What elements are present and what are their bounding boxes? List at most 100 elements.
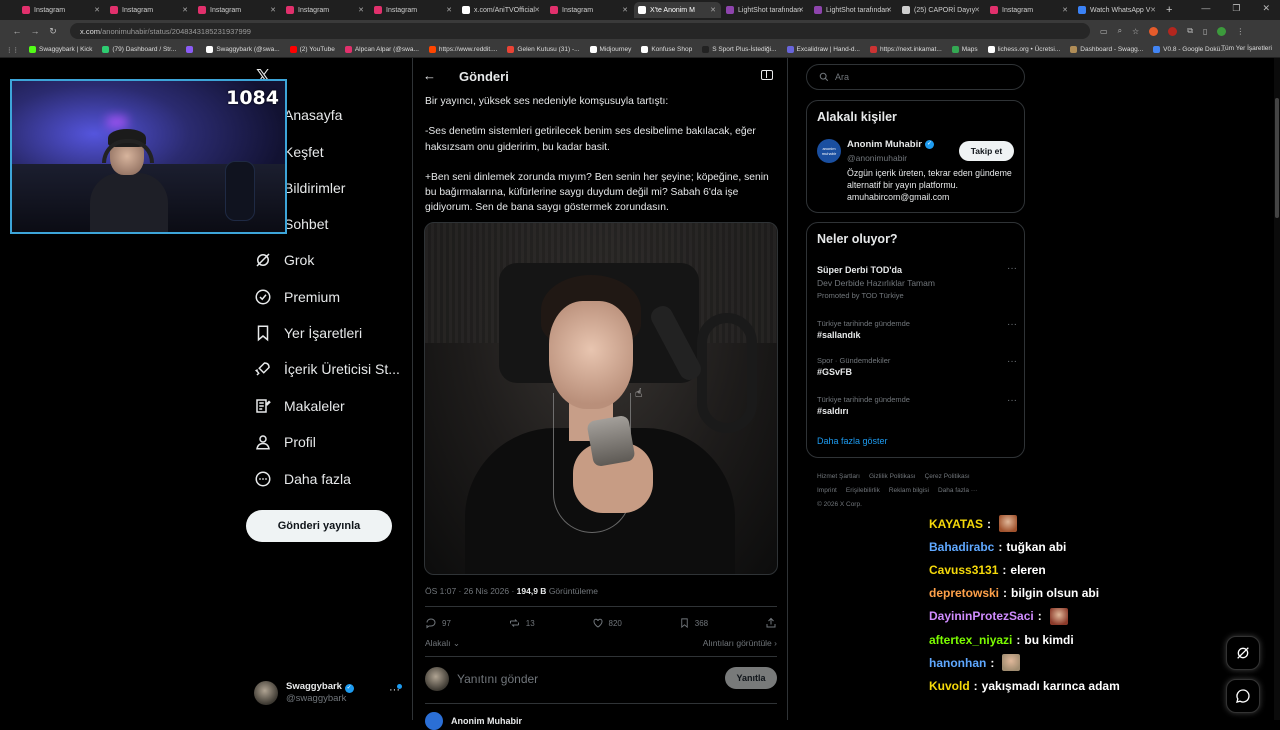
browser-tab[interactable]: Instagram ✕: [370, 2, 457, 18]
tab-close-icon[interactable]: ✕: [182, 6, 188, 14]
nav-item-5[interactable]: Grok: [246, 245, 314, 275]
profile-avatar-icon[interactable]: [1217, 26, 1227, 36]
trend-more-icon[interactable]: ···: [1007, 319, 1017, 330]
nav-item-9[interactable]: Makaleler: [246, 391, 345, 421]
back-arrow-icon[interactable]: ←: [423, 68, 436, 83]
bookmark-item[interactable]: [186, 46, 196, 53]
sidebar-icon[interactable]: ▯: [1203, 27, 1207, 36]
puzzle-icon[interactable]: ⧉: [1187, 26, 1193, 36]
cast-icon[interactable]: ▭: [1100, 27, 1108, 36]
browser-tab[interactable]: Watch WhatsApp V ✕: [1074, 2, 1161, 18]
trend-item[interactable]: Türkiye tarihinde gündemde #sallandık ···: [817, 319, 1017, 340]
reload-icon[interactable]: ↻: [44, 26, 62, 37]
browser-tab[interactable]: x.com/AniTVOfficial ✕: [458, 2, 545, 18]
extension-fire-icon[interactable]: [1149, 26, 1159, 36]
post-button[interactable]: Gönderi yayınla: [246, 510, 392, 542]
browser-tab[interactable]: LightShot tarafından ✕: [810, 2, 897, 18]
nav-item-8[interactable]: İçerik Üreticisi St...: [246, 354, 400, 384]
tab-close-icon[interactable]: ✕: [270, 6, 276, 14]
all-bookmarks[interactable]: Tüm Yer İşaretleri: [1221, 45, 1272, 52]
browser-tab[interactable]: Instagram ✕: [18, 2, 105, 18]
tab-close-icon[interactable]: ✕: [974, 6, 980, 14]
browser-tab[interactable]: LightShot tarafından ✕: [722, 2, 809, 18]
trend-more-icon[interactable]: ···: [1007, 356, 1017, 367]
tab-close-icon[interactable]: ✕: [798, 6, 804, 14]
tab-close-icon[interactable]: ✕: [710, 6, 716, 14]
like-action[interactable]: 820: [592, 617, 622, 629]
related-sort[interactable]: Alakalı ⌄: [425, 638, 460, 649]
bookmark-item[interactable]: Swaggybark (@swa...: [206, 46, 280, 53]
reply-button[interactable]: Yanıtla: [725, 667, 777, 689]
bookmark-item[interactable]: S Sport Plus-İstediği...: [702, 46, 777, 53]
browser-tab[interactable]: Instagram ✕: [194, 2, 281, 18]
related-person[interactable]: anonim muhabir Anonim Muhabir ✓ @anonimuh…: [807, 101, 1024, 212]
follow-button[interactable]: Takip et: [959, 141, 1014, 161]
nav-item-10[interactable]: Profil: [246, 427, 316, 457]
bookmark-item[interactable]: (79) Dashboard / Str...: [102, 46, 176, 53]
bookmark-item[interactable]: Dashboard - Swagg...: [1070, 46, 1143, 53]
menu-icon[interactable]: ⋮: [1236, 27, 1244, 36]
browser-tab[interactable]: Instagram ✕: [282, 2, 369, 18]
extension-red-icon[interactable]: [1168, 26, 1178, 36]
account-switcher[interactable]: Swaggybark ✓ @swaggybark ···: [254, 678, 406, 708]
show-more-link[interactable]: Daha fazla göster: [817, 436, 888, 446]
new-tab-button[interactable]: +: [1166, 4, 1172, 16]
bookmark-item[interactable]: Gelen Kutusu (31) -...: [507, 46, 580, 53]
trend-more-icon[interactable]: ···: [1007, 263, 1017, 274]
bookmark-item[interactable]: https://next.inkamat...: [869, 46, 942, 53]
tab-close-icon[interactable]: ✕: [534, 6, 540, 14]
bookmark-item[interactable]: V0.8 - Google Dokü...: [1153, 46, 1226, 53]
apps-icon[interactable]: ⋮⋮: [6, 46, 19, 54]
nav-item-7[interactable]: Yer İşaretleri: [246, 318, 362, 348]
bookmark-item[interactable]: https://www.reddit....: [428, 46, 497, 53]
footer-link[interactable]: Hizmet Şartları: [817, 473, 860, 480]
reply-action[interactable]: 97: [425, 617, 451, 629]
footer-link[interactable]: Çerez Politikası: [925, 473, 970, 480]
browser-tab[interactable]: Instagram ✕: [106, 2, 193, 18]
url-input[interactable]: x.com/anonimuhabir/status/20483431852319…: [70, 23, 1090, 39]
reply-input[interactable]: Yanıtını gönder: [457, 672, 538, 686]
post-video[interactable]: ☝: [424, 222, 778, 575]
tab-close-icon[interactable]: ✕: [446, 6, 452, 14]
messages-fab[interactable]: [1226, 679, 1260, 713]
bookmark-item[interactable]: Konfuse Shop: [641, 46, 692, 53]
footer-link[interactable]: Erişilebilirlik: [846, 487, 880, 494]
bookmark-item[interactable]: (2) YouTube: [289, 46, 335, 53]
maximize-button[interactable]: ❐: [1232, 3, 1240, 14]
bookmark-item[interactable]: Excalidraw | Hand-d...: [786, 46, 860, 53]
minimize-button[interactable]: —: [1201, 3, 1210, 14]
reader-mode-icon[interactable]: [761, 70, 773, 80]
footer-link[interactable]: Gizlilik Politikası: [869, 473, 916, 480]
trend-item[interactable]: Süper Derbi TOD'da Dev Derbide Hazırlıkla…: [817, 263, 1017, 300]
tab-close-icon[interactable]: ✕: [1150, 6, 1156, 14]
next-reply-peek[interactable]: Anonim Muhabir: [425, 712, 777, 730]
grok-fab[interactable]: [1226, 636, 1260, 670]
repost-action[interactable]: 13: [508, 617, 535, 629]
bookmark-action[interactable]: 368: [679, 617, 708, 629]
browser-tab[interactable]: (25) CAPORİ Dayıy ✕: [898, 2, 985, 18]
footer-link[interactable]: Reklam bilgisi: [889, 487, 929, 494]
bookmark-item[interactable]: Alpcan Alpar (@swa...: [344, 46, 419, 53]
share-action[interactable]: [765, 617, 777, 629]
browser-tab[interactable]: X'te Anonim M ✕: [634, 2, 721, 18]
trend-item[interactable]: Spor · Gündemdekiler #GSvFB ···: [817, 356, 1017, 377]
trend-item[interactable]: Türkiye tarihinde gündemde #saldırı ···: [817, 395, 1017, 416]
bookmark-item[interactable]: Swaggybark | Kick: [29, 46, 92, 53]
tab-close-icon[interactable]: ✕: [622, 6, 628, 14]
close-window-button[interactable]: ✕: [1262, 3, 1270, 14]
tab-close-icon[interactable]: ✕: [1062, 6, 1068, 14]
view-quotes-link[interactable]: Alıntıları görüntüle ›: [703, 638, 777, 649]
footer-link[interactable]: Daha fazla ···: [938, 487, 977, 494]
page-scrollbar[interactable]: [1274, 58, 1280, 720]
tab-close-icon[interactable]: ✕: [358, 6, 364, 14]
star-icon[interactable]: ☆: [1132, 27, 1139, 36]
footer-link[interactable]: Imprint: [817, 487, 837, 494]
browser-tab[interactable]: Instagram ✕: [986, 2, 1073, 18]
tab-close-icon[interactable]: ✕: [886, 6, 892, 14]
bookmark-item[interactable]: Maps: [951, 46, 978, 53]
search-input[interactable]: Ara: [806, 64, 1025, 90]
scrollbar-thumb[interactable]: [1275, 98, 1279, 218]
tab-close-icon[interactable]: ✕: [94, 6, 100, 14]
back-nav-icon[interactable]: ←: [8, 26, 26, 36]
forward-nav-icon[interactable]: →: [26, 26, 44, 36]
